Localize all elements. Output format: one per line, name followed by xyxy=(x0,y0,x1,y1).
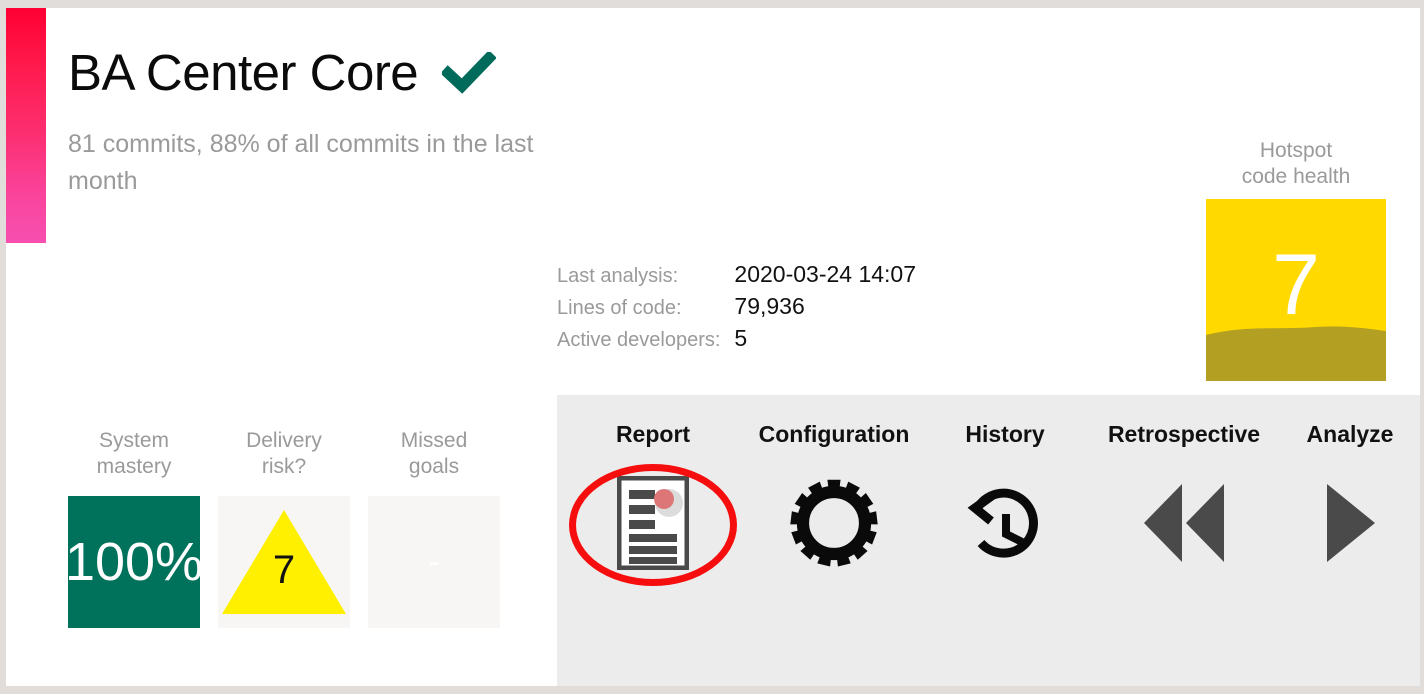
stat-value-lines-of-code: 79,936 xyxy=(734,293,805,319)
metric-label-line1: System xyxy=(98,429,169,452)
play-right-icon[interactable] xyxy=(1323,482,1377,569)
hotspot-code-health-widget: Hotspot code health 7 xyxy=(1206,138,1386,381)
action-report-label: Report xyxy=(615,421,691,447)
header: BA Center Core 81 commits, 88% of all co… xyxy=(68,46,688,200)
action-panel: Report Configuration History Retrospecti… xyxy=(557,395,1420,686)
metric-tiles: System mastery 100% Delivery risk? 7 Mis… xyxy=(68,428,500,628)
metric-value-system-mastery: 100% xyxy=(68,532,200,592)
check-icon xyxy=(440,50,497,99)
action-retrospective-icon-area[interactable] xyxy=(1091,470,1277,580)
hotspot-caption-line1: Hotspot xyxy=(1259,139,1333,162)
hotspot-caption: Hotspot code health xyxy=(1206,138,1386,191)
clock-rewind-icon[interactable] xyxy=(959,477,1051,574)
hotspot-score-box: 7 xyxy=(1206,198,1386,381)
project-overview-card: BA Center Core 81 commits, 88% of all co… xyxy=(0,0,1424,694)
document-report-icon[interactable] xyxy=(616,475,690,575)
stat-label-last-analysis: Last analysis: xyxy=(557,265,679,287)
metric-label-delivery-risk: Delivery risk? xyxy=(218,428,350,482)
action-history[interactable]: History xyxy=(919,421,1091,580)
hotspot-wave-shape xyxy=(1206,325,1386,381)
gear-icon[interactable] xyxy=(787,476,881,575)
action-panel-items: Report Configuration History Retrospecti… xyxy=(557,395,1420,586)
metric-system-mastery: System mastery 100% xyxy=(68,428,200,628)
action-history-icon-area[interactable] xyxy=(919,470,1091,580)
metric-label-missed-goals: Missed goals xyxy=(368,428,500,482)
action-retrospective[interactable]: Retrospective xyxy=(1091,421,1277,580)
metric-value-delivery-risk: 7 xyxy=(272,547,296,592)
action-configuration-icon-area[interactable] xyxy=(749,470,919,580)
stat-label-lines-of-code: Lines of code: xyxy=(557,297,682,319)
rewind-double-left-icon[interactable] xyxy=(1141,482,1227,569)
action-configuration[interactable]: Configuration xyxy=(749,421,919,580)
stat-label-active-developers: Active developers: xyxy=(557,329,721,351)
action-analyze[interactable]: Analyze xyxy=(1277,421,1420,580)
analysis-stats: Last analysis: 2020-03-24 14:07 Lines of… xyxy=(557,261,916,352)
action-history-label: History xyxy=(965,421,1045,447)
metric-box-system-mastery: 100% xyxy=(68,496,200,628)
action-retrospective-label: Retrospective xyxy=(1107,421,1261,447)
metric-label-line1: Delivery xyxy=(246,429,322,452)
metric-box-missed-goals: - xyxy=(368,496,500,628)
page-title: BA Center Core xyxy=(68,44,419,101)
stat-value-last-analysis: 2020-03-24 14:07 xyxy=(734,261,917,287)
hotspot-caption-line2: code health xyxy=(1241,165,1351,189)
metric-box-delivery-risk: 7 xyxy=(218,496,350,628)
stat-value-active-developers: 5 xyxy=(734,325,748,351)
metric-label-system-mastery: System mastery xyxy=(68,428,200,482)
hotspot-score-value: 7 xyxy=(1272,236,1320,333)
action-analyze-label: Analyze xyxy=(1306,421,1394,447)
metric-label-line2: risk? xyxy=(261,455,307,479)
action-analyze-icon-area[interactable] xyxy=(1277,470,1420,580)
metric-label-line1: Missed xyxy=(400,429,468,452)
action-configuration-label: Configuration xyxy=(758,421,910,447)
metric-value-missed-goals: - xyxy=(428,543,440,581)
metric-label-line2: goals xyxy=(408,455,460,479)
metric-missed-goals: Missed goals - xyxy=(368,428,500,628)
accent-gradient-bar xyxy=(6,8,46,243)
title-row: BA Center Core xyxy=(68,46,688,100)
commit-summary: 81 commits, 88% of all commits in the la… xyxy=(68,129,534,195)
metric-label-line2: mastery xyxy=(96,455,172,479)
action-report-icon-area[interactable] xyxy=(557,464,749,586)
metric-delivery-risk: Delivery risk? 7 xyxy=(218,428,350,628)
action-report[interactable]: Report xyxy=(557,421,749,586)
